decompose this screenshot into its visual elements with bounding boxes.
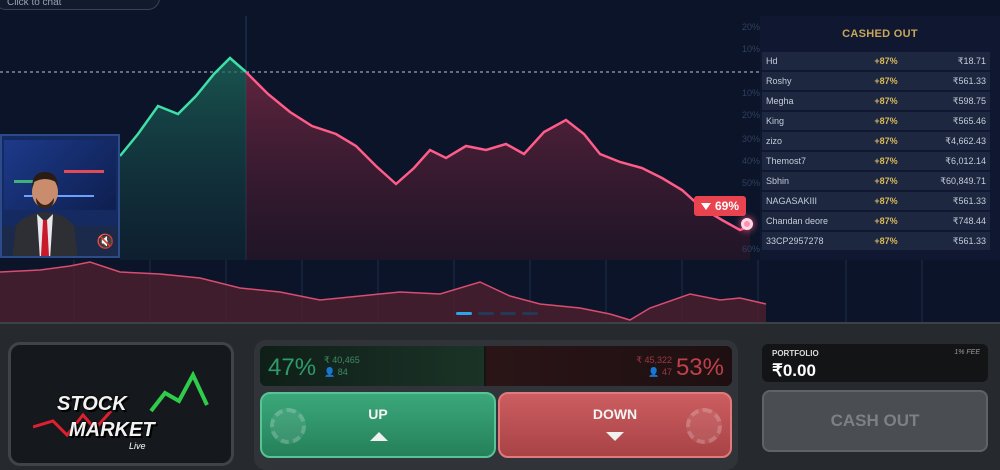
player-amount: ₹6,012.14: [945, 155, 986, 166]
control-panel: STOCK MARKET Live 47% ₹ 40,465 👤 84 ₹ 45…: [0, 322, 1000, 470]
y-label: 60%: [741, 244, 760, 254]
player-amount: ₹18.71: [957, 55, 986, 66]
y-label: 20%: [741, 22, 760, 32]
pagination-dots: [456, 312, 538, 315]
player-amount: ₹565.46: [952, 115, 986, 126]
page-dot[interactable]: [478, 312, 494, 315]
y-label: 30%: [741, 134, 760, 144]
list-item: King +87% ₹565.46: [762, 112, 990, 130]
current-change-value: 69%: [714, 199, 740, 213]
fee-label: 1% FEE: [954, 349, 980, 356]
y-label: 10%: [741, 44, 760, 54]
stock-market-live-game: Click to chat 20% 10% 10% 20% 30% 40% 50…: [0, 0, 1000, 470]
down-player-count: 47: [661, 367, 672, 377]
down-arrow-icon: [606, 432, 624, 441]
player-gain: +87%: [874, 196, 898, 206]
player-name: Megha: [766, 96, 794, 106]
y-label: 10%: [741, 88, 760, 98]
y-label: 50%: [741, 178, 760, 188]
player-icon: 👤: [324, 367, 336, 377]
logo-chart-icon: [33, 371, 209, 438]
player-amount: ₹598.75: [952, 95, 986, 106]
player-gain: +87%: [874, 96, 898, 106]
list-item: Hd +87% ₹18.71: [762, 52, 990, 70]
up-total-amount: ₹ 40,465: [324, 355, 360, 365]
player-amount: ₹561.33: [952, 75, 986, 86]
up-stats: ₹ 40,465 👤 84: [324, 354, 360, 378]
player-name: NAGASAKIII: [766, 196, 818, 206]
player-amount: ₹561.33: [952, 195, 986, 206]
list-item: Chandan deore +87% ₹748.44: [762, 212, 990, 230]
up-button[interactable]: UP: [260, 392, 496, 458]
player-amount: ₹561.33: [952, 235, 986, 246]
portfolio-box: PORTFOLIO 1% FEE ₹0.00: [762, 344, 988, 382]
down-total-amount: ₹ 45,322: [636, 355, 672, 365]
up-percentage: 47%: [268, 354, 317, 381]
page-dot[interactable]: [456, 312, 472, 315]
page-dot[interactable]: [522, 312, 538, 315]
up-area: [120, 58, 246, 260]
list-item: Roshy +87% ₹561.33: [762, 72, 990, 90]
list-item: Sbhin +87% ₹60,849.71: [762, 172, 990, 190]
y-label: 40%: [741, 156, 760, 166]
player-gain: +87%: [874, 176, 898, 186]
logo-line-3: Live: [129, 441, 146, 451]
down-button-label: DOWN: [592, 406, 638, 422]
page-dot[interactable]: [500, 312, 516, 315]
player-icon: 👤: [648, 367, 660, 377]
presenter-figure: [12, 172, 78, 256]
chat-input[interactable]: Click to chat: [0, 0, 160, 10]
down-triangle-icon: [700, 202, 711, 210]
cashed-out-panel: CASHED OUT Hd +87% ₹18.71 Roshy +87% ₹561.33…: [760, 16, 1000, 260]
up-player-count: 84: [337, 367, 348, 377]
player-name: Sbhin: [766, 176, 790, 186]
logo-line-1: STOCK: [57, 393, 127, 415]
list-item: NAGASAKIII +87% ₹561.33: [762, 192, 990, 210]
player-name: Chandan deore: [766, 216, 829, 226]
player-gain: +87%: [874, 216, 898, 226]
live-video[interactable]: 🔇: [0, 134, 120, 258]
cash-out-button[interactable]: CASH OUT: [762, 390, 988, 452]
game-logo: STOCK MARKET Live: [8, 342, 234, 466]
player-name: King: [766, 116, 785, 126]
cashed-out-title: CASHED OUT: [842, 28, 918, 40]
player-amount: ₹748.44: [952, 215, 986, 226]
chart-area: Click to chat 20% 10% 10% 20% 30% 40% 50…: [0, 0, 1000, 322]
player-name: 33CP2957278: [766, 236, 824, 246]
player-gain: +87%: [874, 116, 898, 126]
cashed-out-list: Hd +87% ₹18.71 Roshy +87% ₹561.33 Megha +87% ₹…: [762, 52, 990, 252]
portfolio-value: ₹0.00: [772, 361, 816, 380]
player-name: Roshy: [766, 76, 792, 86]
sentiment-bar: 47% ₹ 40,465 👤 84 ₹ 45,322 👤 47 53%: [260, 346, 732, 386]
player-amount: ₹60,849.71: [940, 175, 986, 186]
list-item: Themost7 +87% ₹6,012.14: [762, 152, 990, 170]
player-gain: +87%: [874, 56, 898, 66]
player-name: Themost7: [766, 156, 807, 166]
player-amount: ₹4,662.43: [945, 135, 986, 146]
y-label: 20%: [741, 110, 760, 120]
mute-icon[interactable]: 🔇: [97, 233, 114, 250]
logo-line-2: MARKET: [69, 419, 155, 441]
player-name: zizo: [766, 136, 783, 146]
player-gain: +87%: [874, 236, 898, 246]
up-button-label: UP: [368, 406, 388, 422]
player-name: Hd: [766, 56, 778, 66]
trade-panel: 47% ₹ 40,465 👤 84 ₹ 45,322 👤 47 53% UP D…: [254, 340, 738, 470]
down-button[interactable]: DOWN: [498, 392, 732, 458]
player-gain: +87%: [874, 136, 898, 146]
down-stats: ₹ 45,322 👤 47: [636, 354, 672, 378]
current-change-badge: 69%: [694, 196, 746, 216]
down-area: [246, 72, 750, 260]
player-gain: +87%: [874, 156, 898, 166]
portfolio-label: PORTFOLIO: [772, 349, 819, 358]
list-item: Megha +87% ₹598.75: [762, 92, 990, 110]
list-item: 33CP2957278 +87% ₹561.33: [762, 232, 990, 250]
player-gain: +87%: [874, 76, 898, 86]
list-item: zizo +87% ₹4,662.43: [762, 132, 990, 150]
up-arrow-icon: [370, 432, 388, 441]
down-percentage: 53%: [675, 354, 724, 381]
current-price-marker: [741, 218, 753, 230]
